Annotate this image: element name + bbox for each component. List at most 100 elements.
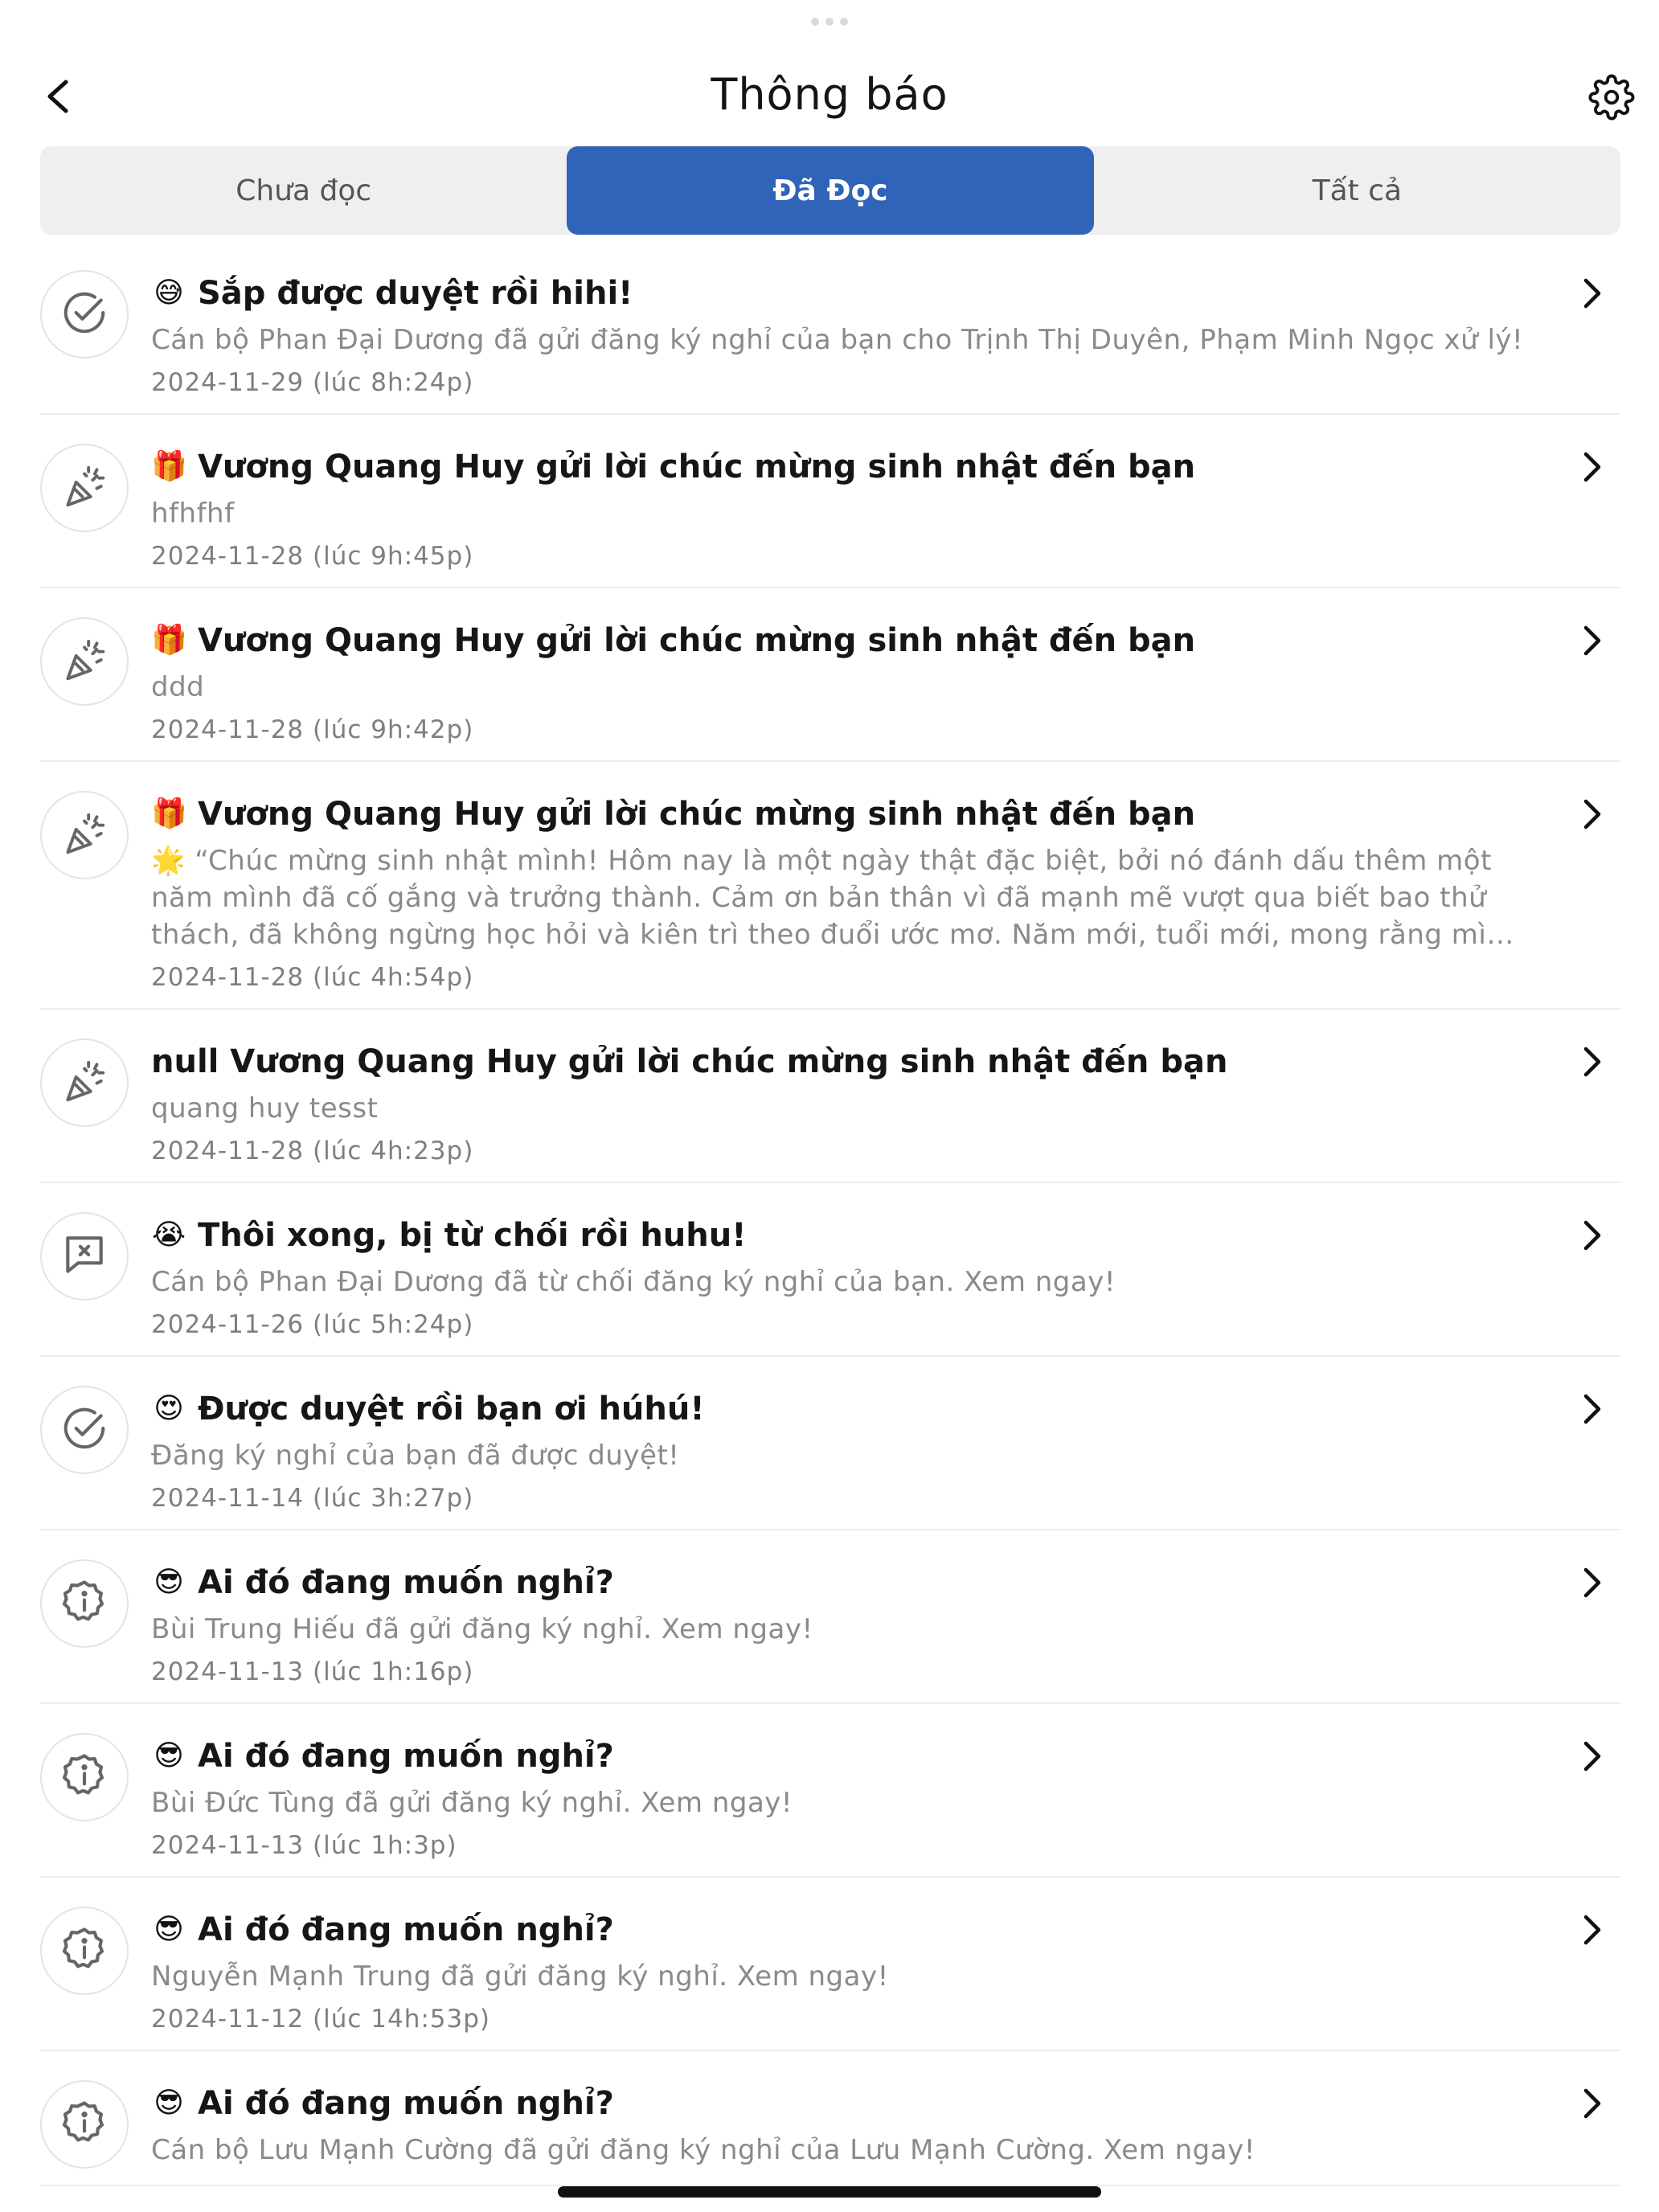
title-emoji: 😎 xyxy=(154,2087,184,2120)
notification-title-row: 😎 Ai đó đang muốn nghỉ? xyxy=(151,1735,1524,1778)
notification-time: 2024-11-28 (lúc 9h:45p) xyxy=(151,542,474,571)
notification-time: 2024-11-28 (lúc 9h:42p) xyxy=(151,715,474,744)
tab-unread[interactable]: Chưa đọc xyxy=(40,146,567,235)
notification-time: 2024-11-26 (lúc 5h:24p) xyxy=(151,1310,474,1339)
notification-time: 2024-11-29 (lúc 8h:24p) xyxy=(151,368,474,397)
chevron-right-icon xyxy=(1572,1563,1612,1603)
notification-body: Cán bộ Phan Đại Dương đã gửi đăng ký ngh… xyxy=(151,324,1524,356)
notification-title: Thôi xong, bị từ chối rồi huhu! xyxy=(198,1217,747,1254)
notification-title-row: 😍 Được duyệt rồi bạn ơi húhú! xyxy=(151,1387,1524,1431)
gear-icon xyxy=(1588,74,1635,121)
title-emoji: 😅 xyxy=(154,276,184,309)
notification-avatar xyxy=(40,444,129,532)
notification-time: 2024-11-12 (lúc 14h:53p) xyxy=(151,2005,491,2034)
sheet-grabber[interactable] xyxy=(808,16,851,27)
title-emoji: 😎 xyxy=(154,1739,184,1772)
message-x-icon xyxy=(59,1230,109,1283)
notification-title: Vương Quang Huy gửi lời chúc mừng sinh n… xyxy=(198,622,1196,659)
notification-title-row: 😎 Ai đó đang muốn nghỉ? xyxy=(151,1561,1524,1604)
notification-time: 2024-11-14 (lúc 3h:27p) xyxy=(151,1484,474,1513)
notification-item[interactable]: 🎁 Vương Quang Huy gửi lời chúc mừng sinh … xyxy=(40,588,1620,762)
title-emoji: 😭 xyxy=(151,1219,186,1251)
notification-item[interactable]: 😎 Ai đó đang muốn nghỉ? Bùi Đức Tùng đã gử… xyxy=(40,1704,1620,1878)
page-title: Thông báo xyxy=(711,69,948,120)
title-emoji: 😍 xyxy=(154,1392,184,1425)
title-emoji: 🎁 xyxy=(151,624,187,657)
notification-item[interactable]: 😎 Ai đó đang muốn nghỉ? Cán bộ Lưu Mạnh Cư… xyxy=(40,2051,1620,2186)
check-circle-icon xyxy=(59,1403,109,1456)
notification-time: 2024-11-13 (lúc 1h:3p) xyxy=(151,1831,457,1860)
title-emoji: 🎁 xyxy=(151,797,187,830)
notification-item[interactable]: 😍 Được duyệt rồi bạn ơi húhú! Đăng ký nghỉ… xyxy=(40,1357,1620,1530)
notification-time: 2024-11-28 (lúc 4h:23p) xyxy=(151,1137,474,1165)
settings-button[interactable] xyxy=(1583,69,1640,125)
notification-avatar xyxy=(40,791,129,879)
notification-body: Bùi Đức Tùng đã gửi đăng ký nghỉ. Xem ng… xyxy=(151,1787,793,1819)
notification-time: 2024-11-28 (lúc 4h:54p) xyxy=(151,963,474,992)
chevron-right-icon xyxy=(1572,1736,1612,1776)
info-badge-icon xyxy=(59,2098,109,2151)
chevron-right-icon xyxy=(1572,447,1612,487)
notification-avatar xyxy=(40,617,129,706)
notification-title-row: 🎁 Vương Quang Huy gửi lời chúc mừng sinh … xyxy=(151,619,1524,662)
notification-list: 😅 Sắp được duyệt rồi hihi! Cán bộ Phan Đại… xyxy=(40,241,1620,2186)
notification-title-row: null Vương Quang Huy gửi lời chúc mừng s… xyxy=(151,1040,1524,1083)
tab-bar: Chưa đọc Đã Đọc Tất cả xyxy=(40,146,1620,235)
notification-time: 2024-11-13 (lúc 1h:16p) xyxy=(151,1657,474,1686)
notification-title-row: 😅 Sắp được duyệt rồi hihi! xyxy=(151,272,1524,315)
notification-avatar xyxy=(40,1733,129,1821)
notification-item[interactable]: 🎁 Vương Quang Huy gửi lời chúc mừng sinh … xyxy=(40,762,1620,1010)
chevron-right-icon xyxy=(1572,1910,1612,1950)
party-popper-icon xyxy=(59,1056,109,1109)
notification-title: Ai đó đang muốn nghỉ? xyxy=(198,1911,614,1948)
tab-read[interactable]: Đã Đọc xyxy=(567,146,1094,235)
home-indicator xyxy=(558,2186,1101,2198)
chevron-right-icon xyxy=(1572,2083,1612,2124)
notification-title-row: 😎 Ai đó đang muốn nghỉ? xyxy=(151,1908,1524,1952)
notification-item[interactable]: null Vương Quang Huy gửi lời chúc mừng s… xyxy=(40,1010,1620,1183)
check-circle-icon xyxy=(59,288,109,341)
notification-title-row: 🎁 Vương Quang Huy gửi lời chúc mừng sinh … xyxy=(151,793,1524,836)
notification-item[interactable]: 😎 Ai đó đang muốn nghỉ? Nguyễn Mạnh Trung … xyxy=(40,1878,1620,2051)
chevron-right-icon xyxy=(1572,1215,1612,1256)
notification-title: Ai đó đang muốn nghỉ? xyxy=(198,1564,614,1601)
notification-avatar xyxy=(40,1907,129,1995)
notification-avatar xyxy=(40,2080,129,2169)
notification-body: 🌟 “Chúc mừng sinh nhật mình! Hôm nay là … xyxy=(151,845,1522,951)
notification-title-row: 😎 Ai đó đang muốn nghỉ? xyxy=(151,2082,1524,2125)
notification-body: Cán bộ Lưu Mạnh Cường đã gửi đăng ký ngh… xyxy=(151,2134,1256,2166)
title-emoji: 😎 xyxy=(154,1913,184,1946)
info-badge-icon xyxy=(59,1577,109,1630)
notification-title: Được duyệt rồi bạn ơi húhú! xyxy=(198,1391,705,1428)
notification-avatar xyxy=(40,1559,129,1648)
notification-body: quang huy tesst xyxy=(151,1092,379,1124)
info-badge-icon xyxy=(59,1751,109,1804)
notification-body: Cán bộ Phan Đại Dương đã từ chối đăng ký… xyxy=(151,1266,1116,1298)
notification-title-row: 😭 Thôi xong, bị từ chối rồi huhu! xyxy=(151,1214,1524,1257)
notification-title: Ai đó đang muốn nghỉ? xyxy=(198,2085,614,2122)
tab-all[interactable]: Tất cả xyxy=(1094,146,1620,235)
title-emoji: 🎁 xyxy=(151,450,187,483)
chevron-right-icon xyxy=(1572,1389,1612,1429)
notification-avatar xyxy=(40,270,129,358)
notification-item[interactable]: 🎁 Vương Quang Huy gửi lời chúc mừng sinh … xyxy=(40,415,1620,588)
notification-item[interactable]: 😅 Sắp được duyệt rồi hihi! Cán bộ Phan Đại… xyxy=(40,241,1620,415)
chevron-right-icon xyxy=(1572,273,1612,313)
notification-item[interactable]: 😎 Ai đó đang muốn nghỉ? Bùi Trung Hiếu đã … xyxy=(40,1530,1620,1704)
notification-title: Ai đó đang muốn nghỉ? xyxy=(198,1738,614,1775)
notification-avatar xyxy=(40,1038,129,1127)
chevron-right-icon xyxy=(1572,794,1612,834)
notification-title: null Vương Quang Huy gửi lời chúc mừng s… xyxy=(151,1043,1228,1080)
notification-title: Sắp được duyệt rồi hihi! xyxy=(198,275,633,312)
party-popper-icon xyxy=(59,635,109,688)
notification-title: Vương Quang Huy gửi lời chúc mừng sinh n… xyxy=(198,449,1196,485)
notification-avatar xyxy=(40,1386,129,1474)
notification-body: Đăng ký nghỉ của bạn đã được duyệt! xyxy=(151,1440,680,1472)
notification-item[interactable]: 😭 Thôi xong, bị từ chối rồi huhu! Cán bộ P… xyxy=(40,1183,1620,1357)
notification-body: Bùi Trung Hiếu đã gửi đăng ký nghỉ. Xem … xyxy=(151,1613,813,1645)
chevron-right-icon xyxy=(1572,1042,1612,1082)
notification-body: ddd xyxy=(151,671,205,703)
notification-avatar xyxy=(40,1212,129,1301)
title-emoji: 😎 xyxy=(154,1566,184,1599)
info-badge-icon xyxy=(59,1924,109,1977)
